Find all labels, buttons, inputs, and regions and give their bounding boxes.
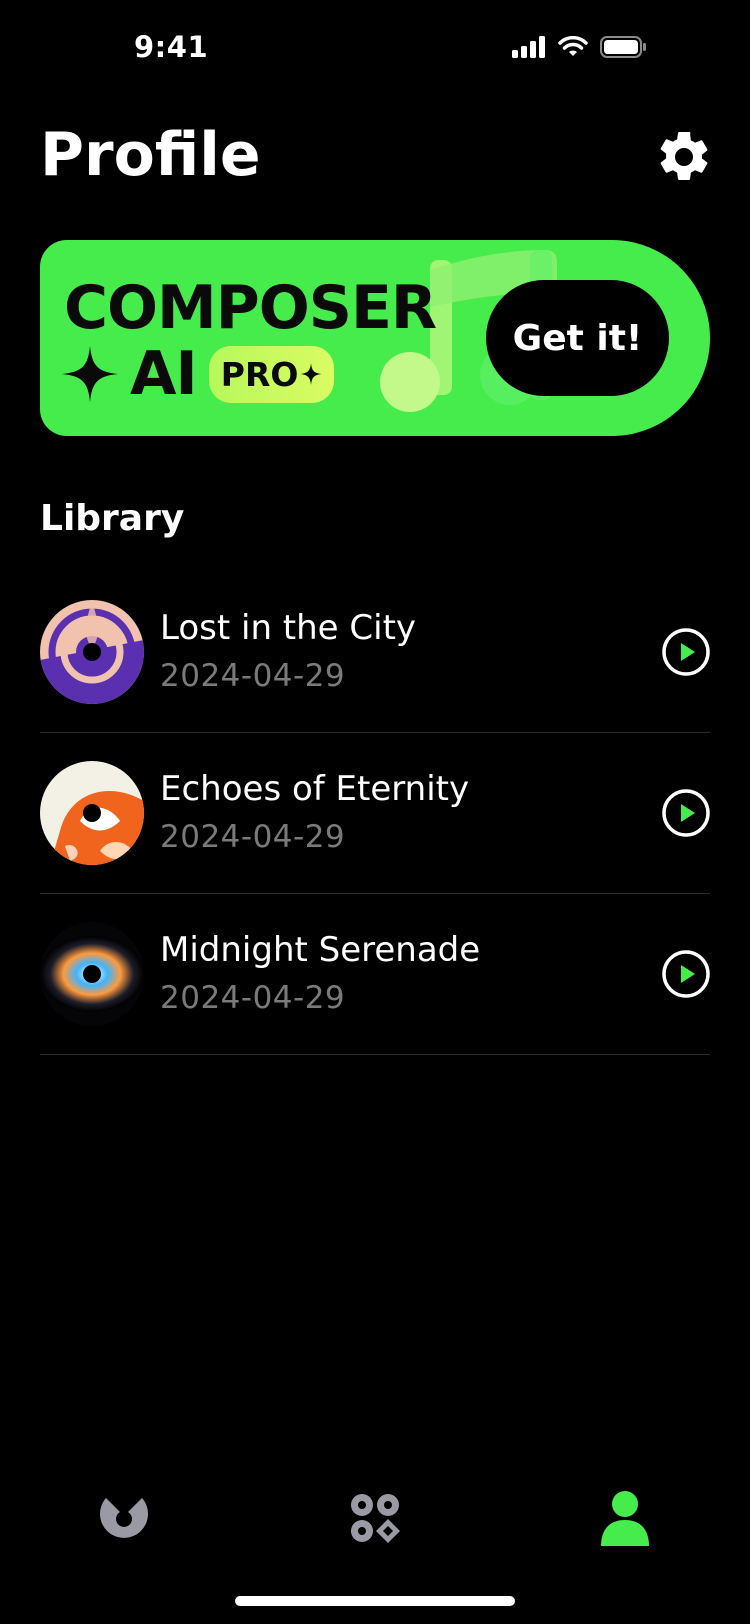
- promo-title: COMPOSER: [64, 273, 437, 343]
- header: Profile: [40, 120, 710, 200]
- sparkle-icon: [62, 346, 118, 402]
- library-title: Library: [40, 498, 185, 539]
- song-title: Echoes of Eternity: [160, 769, 470, 809]
- library-item[interactable]: Midnight Serenade 2024-04-29: [40, 894, 710, 1055]
- album-cover: [40, 761, 144, 865]
- song-title: Lost in the City: [160, 608, 417, 648]
- settings-button[interactable]: [654, 127, 714, 187]
- home-indicator: [235, 1596, 515, 1606]
- signal-icon: [512, 36, 545, 58]
- song-date: 2024-04-29: [160, 819, 346, 855]
- status-time: 9:41: [134, 30, 209, 64]
- promo-title-line2: AI PRO: [62, 339, 335, 409]
- pro-badge: PRO: [208, 345, 335, 403]
- get-it-button[interactable]: Get it!: [486, 280, 669, 396]
- song-date: 2024-04-29: [160, 980, 346, 1016]
- library-item[interactable]: Lost in the City 2024-04-29: [40, 572, 710, 733]
- tab-bar: [0, 1470, 750, 1570]
- page-title: Profile: [40, 120, 261, 190]
- tab-discover[interactable]: [94, 1488, 154, 1548]
- promo-ai-label: AI: [130, 339, 198, 409]
- play-icon[interactable]: [662, 628, 710, 676]
- wifi-icon: [558, 36, 588, 56]
- pro-badge-label: PRO: [220, 354, 299, 394]
- status-icons: [512, 36, 646, 58]
- play-icon[interactable]: [662, 789, 710, 837]
- battery-icon: [600, 36, 646, 58]
- library-item[interactable]: Echoes of Eternity 2024-04-29: [40, 733, 710, 894]
- tab-browse[interactable]: [345, 1488, 405, 1548]
- song-title: Midnight Serenade: [160, 930, 481, 970]
- person-icon: [601, 1491, 649, 1546]
- disc-icon: [100, 1498, 148, 1538]
- library-list: Lost in the City 2024-04-29 Echoes of Et…: [40, 572, 710, 1055]
- play-icon[interactable]: [662, 950, 710, 998]
- sparkle-small-icon: [300, 363, 323, 385]
- song-date: 2024-04-29: [160, 658, 346, 694]
- status-bar: 9:41: [0, 0, 750, 100]
- grid-icon: [351, 1494, 400, 1543]
- gear-icon: [660, 131, 708, 180]
- album-cover: [40, 600, 144, 704]
- composer-ai-promo-banner[interactable]: COMPOSER AI PRO Get it!: [40, 240, 710, 436]
- tab-profile[interactable]: [595, 1488, 655, 1548]
- album-cover: [40, 922, 144, 1026]
